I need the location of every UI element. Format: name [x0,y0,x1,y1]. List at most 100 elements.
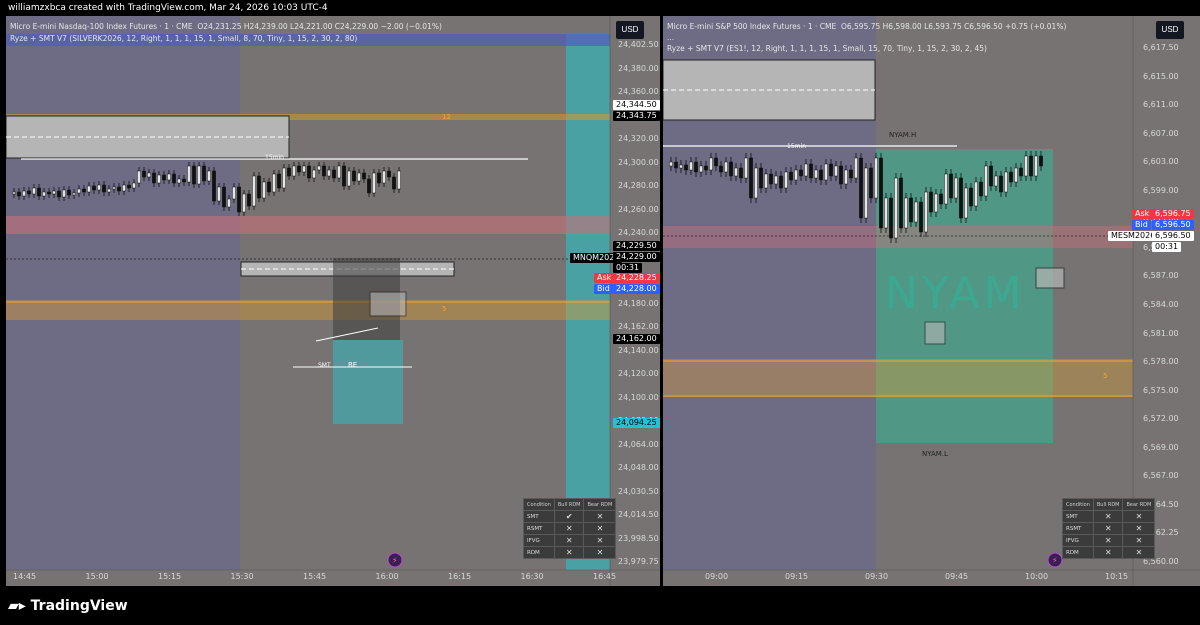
candle-body [694,161,698,173]
price-axis-label: 24,320.00 [618,134,659,143]
label-smt: SMT [318,362,331,369]
right-ask-price: 6,596.75 [1152,209,1194,219]
candle-body [57,190,61,198]
candle-body [764,173,768,189]
time-axis-label: 15:45 [303,572,327,581]
candle-body [82,188,86,193]
candle-body [352,170,356,182]
footer: ▰▸ TradingView [0,586,1200,625]
candle-body [959,177,963,219]
time-axis-label: 15:15 [158,572,182,581]
left-countdown: 00:31 [613,263,643,273]
left-ohlc: O24,231.25 H24,239.00 L24,221.00 C24,229… [197,22,442,31]
time-axis-label: 16:00 [375,572,399,581]
price-axis-label: 24,048.00 [618,463,659,472]
candle-body [944,173,948,205]
candle-body [819,169,823,181]
candle-body [342,165,346,187]
candle-body [974,181,978,207]
candle-body [864,167,868,219]
right-symbol-legend[interactable]: Micro E-mini S&P 500 Index Futures · 1 ·… [667,22,1066,31]
candle-body [307,165,311,179]
candle-body [674,161,678,169]
orange-level-5 [663,359,1133,397]
table-header-bear: Bear RDM [583,498,617,511]
left-symbol: Micro E-mini Nasdaq-100 Index Futures · … [10,22,193,31]
candle-body [754,167,758,199]
table-row: RSMT ✕ ✕ [523,522,617,535]
candle-body [387,170,391,178]
price-axis-label: 24,360.00 [618,87,659,96]
left-currency-button[interactable]: USD [616,21,644,39]
label-nyam-watermark: NYAM [885,268,1026,319]
tradingview-logo[interactable]: ▰▸ TradingView [8,598,128,614]
candle-body [162,174,166,181]
left-ask-label: Ask [594,273,615,283]
candle-body [252,175,256,207]
price-axis-label: 6,617.50 [1143,43,1179,52]
candle-body [849,169,853,179]
candle-body [227,198,231,208]
candle-body [132,182,136,189]
candle-body [192,165,196,185]
candle-body [844,169,848,185]
candle-body [277,173,281,189]
table-row: IFVG ✕ ✕ [1062,534,1156,547]
price-axis-label: 24,260.00 [618,204,659,214]
table-header-bull: Bull RDM [553,498,585,511]
left-tag-24343: 24,343.75 [613,111,660,121]
left-bid-price: 24,228.00 [613,284,660,294]
label-nyaml: NYAM.L [922,450,948,458]
candle-body [834,165,838,177]
candle-body [899,177,903,229]
candle-body [232,186,236,200]
red-zone [663,226,1133,248]
candle-body [77,188,81,194]
candle-body [327,169,331,177]
price-axis-label: 24,162.00 [618,322,659,331]
candle-body [924,191,928,233]
candle-body [167,173,171,181]
candle-body [879,157,883,229]
candle-body [397,170,401,190]
candle-body [934,193,938,213]
time-axis-label: 09:00 [705,572,729,581]
candle-body [839,165,843,185]
small-gray-box [369,291,407,317]
candle-body [47,191,51,195]
candle-body [804,163,808,177]
left-chart-pane[interactable]: ⚡ Micro E-mini Nasdaq-100 Index Futures … [6,16,660,586]
left-indicator-legend[interactable]: Ryze + SMT V7 (SILVERK2026, 12, Right, 1… [10,34,357,43]
candle-body [217,186,221,202]
left-cyan-tag: 24,094.25 [613,418,660,428]
candle-body [172,173,176,184]
candle-body [684,164,688,171]
candle-body [984,165,988,197]
candle-body [42,191,46,197]
candle-body [719,165,723,173]
left-symbol-legend[interactable]: Micro E-mini Nasdaq-100 Index Futures · … [10,22,442,31]
candle-body [794,169,798,181]
candle-body [272,173,276,193]
candle-body [1019,167,1023,177]
candle-body [714,157,718,167]
price-axis-label: 24,120.00 [618,369,659,378]
candle-body [919,201,923,233]
candle-body [734,167,738,177]
price-axis-label: 23,979.75 [618,557,659,566]
candle-body [247,193,251,207]
candle-body [32,187,36,195]
candle-body [704,165,708,171]
candle-body [212,170,216,202]
candle-body [157,174,161,184]
candle-body [729,161,733,177]
candle-body [142,170,146,178]
right-indicator-legend[interactable]: Ryze + SMT V7 (ES1!, 12, Right, 1, 1, 1,… [667,44,987,53]
right-currency-button[interactable]: USD [1156,21,1184,39]
candle-body [357,172,361,182]
candle-body [92,185,96,191]
right-bid-price: 6,596.50 [1152,220,1194,230]
right-dots[interactable]: ... [667,33,674,42]
candle-body [1009,171,1013,183]
right-chart-pane[interactable]: ⚡ Micro E-mini S&P 500 Index Futures · 1… [663,16,1200,586]
